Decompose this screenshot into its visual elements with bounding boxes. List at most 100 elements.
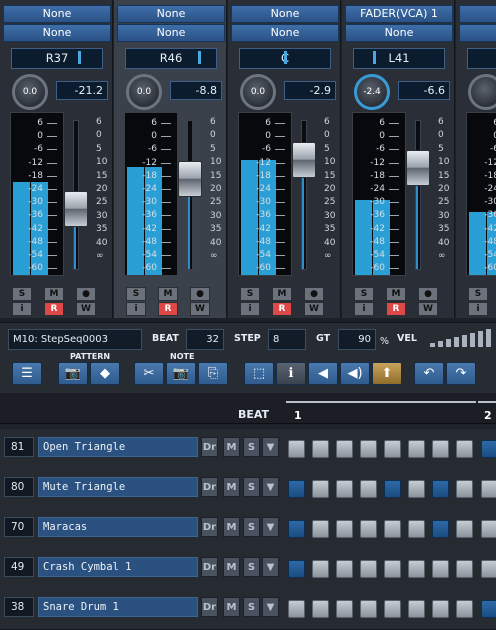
step-cell[interactable] xyxy=(408,560,425,578)
solo-button[interactable]: S xyxy=(468,287,488,301)
step-cell[interactable] xyxy=(384,520,401,538)
step-cell[interactable] xyxy=(336,560,353,578)
note-number[interactable]: 49 xyxy=(4,557,34,577)
solo-button[interactable]: S xyxy=(354,287,374,301)
write-automation-button[interactable]: W xyxy=(418,302,438,316)
output-select-1[interactable]: FADER xyxy=(459,5,496,23)
volume-display[interactable]: -8.8 xyxy=(170,81,222,100)
step-cell[interactable] xyxy=(312,520,329,538)
write-automation-button[interactable]: W xyxy=(304,302,324,316)
drum-mode-button[interactable]: Dr xyxy=(201,437,218,457)
velocity-steps[interactable] xyxy=(428,327,496,347)
output-select-2[interactable]: None xyxy=(117,24,225,42)
up-arrow-icon[interactable]: ⬆ xyxy=(372,362,402,385)
mute-button[interactable]: M xyxy=(272,287,292,301)
volume-display[interactable]: -2.9 xyxy=(284,81,336,100)
step-cell[interactable] xyxy=(456,560,473,578)
pan-display[interactable]: L41 xyxy=(353,48,445,69)
step-cell[interactable] xyxy=(360,560,377,578)
record-arm-button[interactable]: ● xyxy=(190,287,210,301)
step-cell[interactable] xyxy=(456,520,473,538)
row-mute-button[interactable]: M xyxy=(223,477,240,497)
mute-button[interactable]: M xyxy=(44,287,64,301)
pan-display[interactable] xyxy=(467,48,496,69)
instrument-name[interactable]: Crash Cymbal 1 xyxy=(38,557,198,577)
note-number[interactable]: 70 xyxy=(4,517,34,537)
redo-icon[interactable]: ↷ xyxy=(446,362,476,385)
step-cell[interactable] xyxy=(456,480,473,498)
step-cell[interactable] xyxy=(336,440,353,458)
write-automation-button[interactable]: W xyxy=(76,302,96,316)
read-automation-button[interactable]: R xyxy=(272,302,292,316)
fader-handle[interactable] xyxy=(292,142,316,179)
note-number[interactable]: 38 xyxy=(4,597,34,617)
info-icon[interactable]: ℹ xyxy=(276,362,306,385)
output-select-1[interactable]: None xyxy=(3,5,111,23)
record-arm-button[interactable]: ● xyxy=(304,287,324,301)
step-cell[interactable] xyxy=(312,480,329,498)
row-menu-button[interactable]: ▼ xyxy=(262,517,279,537)
row-mute-button[interactable]: M xyxy=(223,597,240,617)
note-number[interactable]: 81 xyxy=(4,437,34,457)
mute-button[interactable]: M xyxy=(158,287,178,301)
row-solo-button[interactable]: S xyxy=(243,557,260,577)
record-arm-button[interactable]: ● xyxy=(76,287,96,301)
pan-display[interactable]: C xyxy=(239,48,331,69)
output-select-2[interactable]: None xyxy=(459,24,496,42)
note-number[interactable]: 80 xyxy=(4,477,34,497)
output-select-1[interactable]: None xyxy=(117,5,225,23)
step-cell[interactable] xyxy=(481,480,496,498)
row-mute-button[interactable]: M xyxy=(223,437,240,457)
step-cell[interactable] xyxy=(432,480,449,498)
step-cell[interactable] xyxy=(408,600,425,618)
step-cell[interactable] xyxy=(432,520,449,538)
step-cell[interactable] xyxy=(408,480,425,498)
output-select-1[interactable]: FADER(VCA) 1 xyxy=(345,5,453,23)
step-cell[interactable] xyxy=(288,560,305,578)
step-cell[interactable] xyxy=(432,560,449,578)
write-automation-button[interactable]: W xyxy=(190,302,210,316)
step-cell[interactable] xyxy=(360,440,377,458)
step-cell[interactable] xyxy=(384,600,401,618)
step-cell[interactable] xyxy=(312,440,329,458)
input-monitor-button[interactable]: i xyxy=(354,302,374,316)
volume-display[interactable]: -6.6 xyxy=(398,81,450,100)
step-cell[interactable] xyxy=(336,480,353,498)
read-automation-button[interactable]: R xyxy=(158,302,178,316)
step-cell[interactable] xyxy=(312,600,329,618)
gain-knob[interactable]: 0.0 xyxy=(12,74,48,110)
row-menu-button[interactable]: ▼ xyxy=(262,597,279,617)
row-menu-button[interactable]: ▼ xyxy=(262,557,279,577)
solo-button[interactable]: S xyxy=(240,287,260,301)
undo-icon[interactable]: ↶ xyxy=(414,362,444,385)
row-solo-button[interactable]: S xyxy=(243,517,260,537)
list-icon[interactable]: ☰ xyxy=(12,362,42,385)
row-menu-button[interactable]: ▼ xyxy=(262,437,279,457)
drum-mode-button[interactable]: Dr xyxy=(201,597,218,617)
row-solo-button[interactable]: S xyxy=(243,477,260,497)
gain-knob[interactable] xyxy=(468,74,496,110)
camera-icon[interactable]: 📷 xyxy=(166,362,196,385)
drum-mode-button[interactable]: Dr xyxy=(201,517,218,537)
step-cell[interactable] xyxy=(384,480,401,498)
step-cell[interactable] xyxy=(360,600,377,618)
fader-handle[interactable] xyxy=(406,149,430,186)
step-cell[interactable] xyxy=(408,520,425,538)
pan-display[interactable]: R37 xyxy=(11,48,103,69)
step-cell[interactable] xyxy=(432,440,449,458)
step-cell[interactable] xyxy=(481,600,496,618)
step-cell[interactable] xyxy=(408,440,425,458)
gain-knob[interactable]: 0.0 xyxy=(240,74,276,110)
beat-input[interactable]: 32 xyxy=(186,329,224,350)
step-cell[interactable] xyxy=(336,520,353,538)
step-cell[interactable] xyxy=(432,600,449,618)
drum-mode-button[interactable]: Dr xyxy=(201,477,218,497)
volume-display[interactable]: -21.2 xyxy=(56,81,108,100)
input-monitor-button[interactable]: i xyxy=(126,302,146,316)
output-select-2[interactable]: None xyxy=(345,24,453,42)
gain-knob[interactable]: 0.0 xyxy=(126,74,162,110)
speaker-icon[interactable]: ◀ xyxy=(308,362,338,385)
step-cell[interactable] xyxy=(481,560,496,578)
row-mute-button[interactable]: M xyxy=(223,557,240,577)
row-solo-button[interactable]: S xyxy=(243,597,260,617)
